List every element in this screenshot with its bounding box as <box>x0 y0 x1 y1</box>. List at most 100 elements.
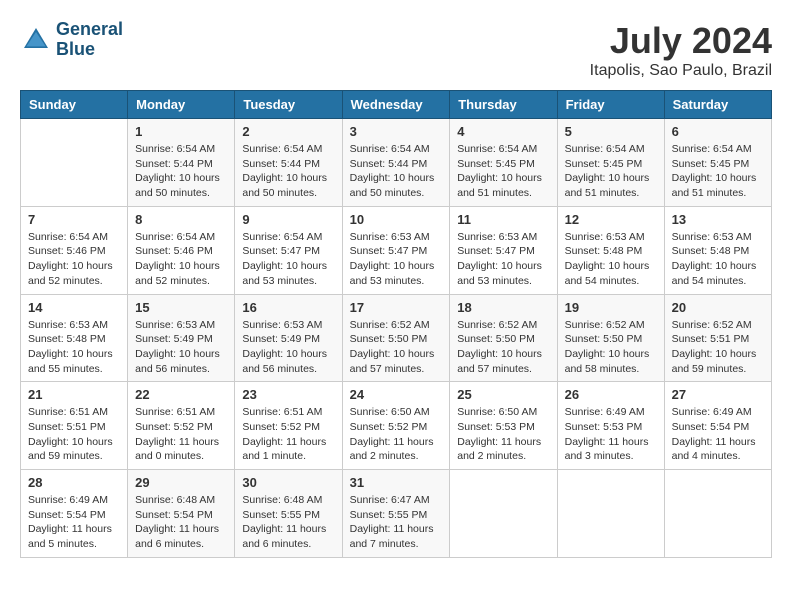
col-header-thursday: Thursday <box>450 91 557 119</box>
day-number: 24 <box>350 387 443 402</box>
day-number: 16 <box>242 300 334 315</box>
day-info: Sunrise: 6:49 AMSunset: 5:54 PMDaylight:… <box>28 493 120 552</box>
col-header-monday: Monday <box>128 91 235 119</box>
calendar-cell <box>664 470 771 558</box>
day-info: Sunrise: 6:52 AMSunset: 5:51 PMDaylight:… <box>672 318 764 377</box>
calendar-cell: 15Sunrise: 6:53 AMSunset: 5:49 PMDayligh… <box>128 294 235 382</box>
day-number: 20 <box>672 300 764 315</box>
day-number: 31 <box>350 475 443 490</box>
calendar-cell: 21Sunrise: 6:51 AMSunset: 5:51 PMDayligh… <box>21 382 128 470</box>
day-info: Sunrise: 6:54 AMSunset: 5:45 PMDaylight:… <box>565 142 657 201</box>
calendar-cell: 25 Sunrise: 6:50 AMSunset: 5:53 PMDayligh… <box>450 382 557 470</box>
logo-line2: Blue <box>56 39 95 59</box>
day-info: Sunrise: 6:50 AMSunset: 5:53 PMDaylight:… <box>457 405 549 464</box>
day-number: 17 <box>350 300 443 315</box>
day-number: 28 <box>28 475 120 490</box>
day-info: Sunrise: 6:52 AMSunset: 5:50 PMDaylight:… <box>457 318 549 377</box>
day-number: 4 <box>457 124 549 139</box>
day-number: 13 <box>672 212 764 227</box>
day-number: 7 <box>28 212 120 227</box>
month-year: July 2024 <box>590 20 772 62</box>
day-info: Sunrise: 6:54 AMSunset: 5:46 PMDaylight:… <box>135 230 227 289</box>
day-info: Sunrise: 6:53 AMSunset: 5:47 PMDaylight:… <box>350 230 443 289</box>
col-header-tuesday: Tuesday <box>235 91 342 119</box>
day-number: 3 <box>350 124 443 139</box>
day-info: Sunrise: 6:53 AMSunset: 5:48 PMDaylight:… <box>672 230 764 289</box>
calendar-cell: 17 Sunrise: 6:52 AMSunset: 5:50 PMDayligh… <box>342 294 450 382</box>
day-info: Sunrise: 6:54 AMSunset: 5:47 PMDaylight:… <box>242 230 334 289</box>
calendar-cell: 2 Sunrise: 6:54 AMSunset: 5:44 PMDaylight… <box>235 119 342 207</box>
calendar-cell: 4 Sunrise: 6:54 AMSunset: 5:45 PMDaylight… <box>450 119 557 207</box>
day-info: Sunrise: 6:50 AMSunset: 5:52 PMDaylight:… <box>350 405 443 464</box>
week-row-2: 7 Sunrise: 6:54 AMSunset: 5:46 PMDaylight… <box>21 206 772 294</box>
day-number: 10 <box>350 212 443 227</box>
day-info: Sunrise: 6:53 AMSunset: 5:48 PMDaylight:… <box>565 230 657 289</box>
calendar-cell <box>557 470 664 558</box>
calendar-cell: 20 Sunrise: 6:52 AMSunset: 5:51 PMDayligh… <box>664 294 771 382</box>
calendar-cell: 1 Sunrise: 6:54 AMSunset: 5:44 PMDaylight… <box>128 119 235 207</box>
calendar-cell: 27 Sunrise: 6:49 AMSunset: 5:54 PMDayligh… <box>664 382 771 470</box>
calendar-cell: 19 Sunrise: 6:52 AMSunset: 5:50 PMDayligh… <box>557 294 664 382</box>
day-info: Sunrise: 6:54 AMSunset: 5:45 PMDaylight:… <box>457 142 549 201</box>
day-info: Sunrise: 6:52 AMSunset: 5:50 PMDaylight:… <box>565 318 657 377</box>
day-info: Sunrise: 6:54 AMSunset: 5:46 PMDaylight:… <box>28 230 120 289</box>
day-info: Sunrise: 6:49 AMSunset: 5:53 PMDaylight:… <box>565 405 657 464</box>
page-header: General Blue July 2024 Itapolis, Sao Pau… <box>20 20 772 80</box>
day-info: Sunrise: 6:54 AMSunset: 5:44 PMDaylight:… <box>350 142 443 201</box>
day-info: Sunrise: 6:47 AMSunset: 5:55 PMDaylight:… <box>350 493 443 552</box>
day-info: Sunrise: 6:52 AMSunset: 5:50 PMDaylight:… <box>350 318 443 377</box>
calendar-cell: 9 Sunrise: 6:54 AMSunset: 5:47 PMDaylight… <box>235 206 342 294</box>
calendar-cell: 30 Sunrise: 6:48 AMSunset: 5:55 PMDayligh… <box>235 470 342 558</box>
calendar-cell: 3 Sunrise: 6:54 AMSunset: 5:44 PMDaylight… <box>342 119 450 207</box>
day-info: Sunrise: 6:53 AMSunset: 5:48 PMDaylight:… <box>28 318 120 377</box>
day-number: 23 <box>242 387 334 402</box>
day-number: 12 <box>565 212 657 227</box>
calendar-cell: 23 Sunrise: 6:51 AMSunset: 5:52 PMDayligh… <box>235 382 342 470</box>
day-number: 27 <box>672 387 764 402</box>
logo: General Blue <box>20 20 123 60</box>
calendar-cell: 7 Sunrise: 6:54 AMSunset: 5:46 PMDaylight… <box>21 206 128 294</box>
day-number: 25 <box>457 387 549 402</box>
calendar-cell: 8Sunrise: 6:54 AMSunset: 5:46 PMDaylight… <box>128 206 235 294</box>
calendar-cell: 31 Sunrise: 6:47 AMSunset: 5:55 PMDayligh… <box>342 470 450 558</box>
day-number: 5 <box>565 124 657 139</box>
day-number: 19 <box>565 300 657 315</box>
calendar-cell: 13 Sunrise: 6:53 AMSunset: 5:48 PMDayligh… <box>664 206 771 294</box>
calendar-cell: 14 Sunrise: 6:53 AMSunset: 5:48 PMDayligh… <box>21 294 128 382</box>
day-number: 14 <box>28 300 120 315</box>
calendar-table: SundayMondayTuesdayWednesdayThursdayFrid… <box>20 90 772 558</box>
calendar-cell: 11Sunrise: 6:53 AMSunset: 5:47 PMDayligh… <box>450 206 557 294</box>
calendar-cell: 29Sunrise: 6:48 AMSunset: 5:54 PMDayligh… <box>128 470 235 558</box>
day-info: Sunrise: 6:49 AMSunset: 5:54 PMDaylight:… <box>672 405 764 464</box>
day-number: 26 <box>565 387 657 402</box>
day-info: Sunrise: 6:54 AMSunset: 5:45 PMDaylight:… <box>672 142 764 201</box>
calendar-cell: 18Sunrise: 6:52 AMSunset: 5:50 PMDayligh… <box>450 294 557 382</box>
day-info: Sunrise: 6:51 AMSunset: 5:52 PMDaylight:… <box>242 405 334 464</box>
day-number: 29 <box>135 475 227 490</box>
logo-line1: General <box>56 19 123 39</box>
title-block: July 2024 Itapolis, Sao Paulo, Brazil <box>590 20 772 80</box>
calendar-cell: 12 Sunrise: 6:53 AMSunset: 5:48 PMDayligh… <box>557 206 664 294</box>
day-info: Sunrise: 6:51 AMSunset: 5:51 PMDaylight:… <box>28 405 120 464</box>
calendar-cell: 26 Sunrise: 6:49 AMSunset: 5:53 PMDayligh… <box>557 382 664 470</box>
calendar-cell: 28 Sunrise: 6:49 AMSunset: 5:54 PMDayligh… <box>21 470 128 558</box>
day-number: 15 <box>135 300 227 315</box>
logo-icon <box>20 24 52 56</box>
day-number: 30 <box>242 475 334 490</box>
col-header-sunday: Sunday <box>21 91 128 119</box>
day-info: Sunrise: 6:54 AMSunset: 5:44 PMDaylight:… <box>135 142 227 201</box>
week-row-5: 28 Sunrise: 6:49 AMSunset: 5:54 PMDayligh… <box>21 470 772 558</box>
week-row-4: 21Sunrise: 6:51 AMSunset: 5:51 PMDayligh… <box>21 382 772 470</box>
calendar-cell: 10 Sunrise: 6:53 AMSunset: 5:47 PMDayligh… <box>342 206 450 294</box>
day-number: 1 <box>135 124 227 139</box>
day-info: Sunrise: 6:53 AMSunset: 5:47 PMDaylight:… <box>457 230 549 289</box>
week-row-3: 14 Sunrise: 6:53 AMSunset: 5:48 PMDayligh… <box>21 294 772 382</box>
day-info: Sunrise: 6:48 AMSunset: 5:55 PMDaylight:… <box>242 493 334 552</box>
col-header-wednesday: Wednesday <box>342 91 450 119</box>
day-number: 2 <box>242 124 334 139</box>
day-info: Sunrise: 6:54 AMSunset: 5:44 PMDaylight:… <box>242 142 334 201</box>
calendar-cell: 6Sunrise: 6:54 AMSunset: 5:45 PMDaylight… <box>664 119 771 207</box>
day-number: 9 <box>242 212 334 227</box>
calendar-cell: 22Sunrise: 6:51 AMSunset: 5:52 PMDayligh… <box>128 382 235 470</box>
calendar-cell: 16Sunrise: 6:53 AMSunset: 5:49 PMDayligh… <box>235 294 342 382</box>
